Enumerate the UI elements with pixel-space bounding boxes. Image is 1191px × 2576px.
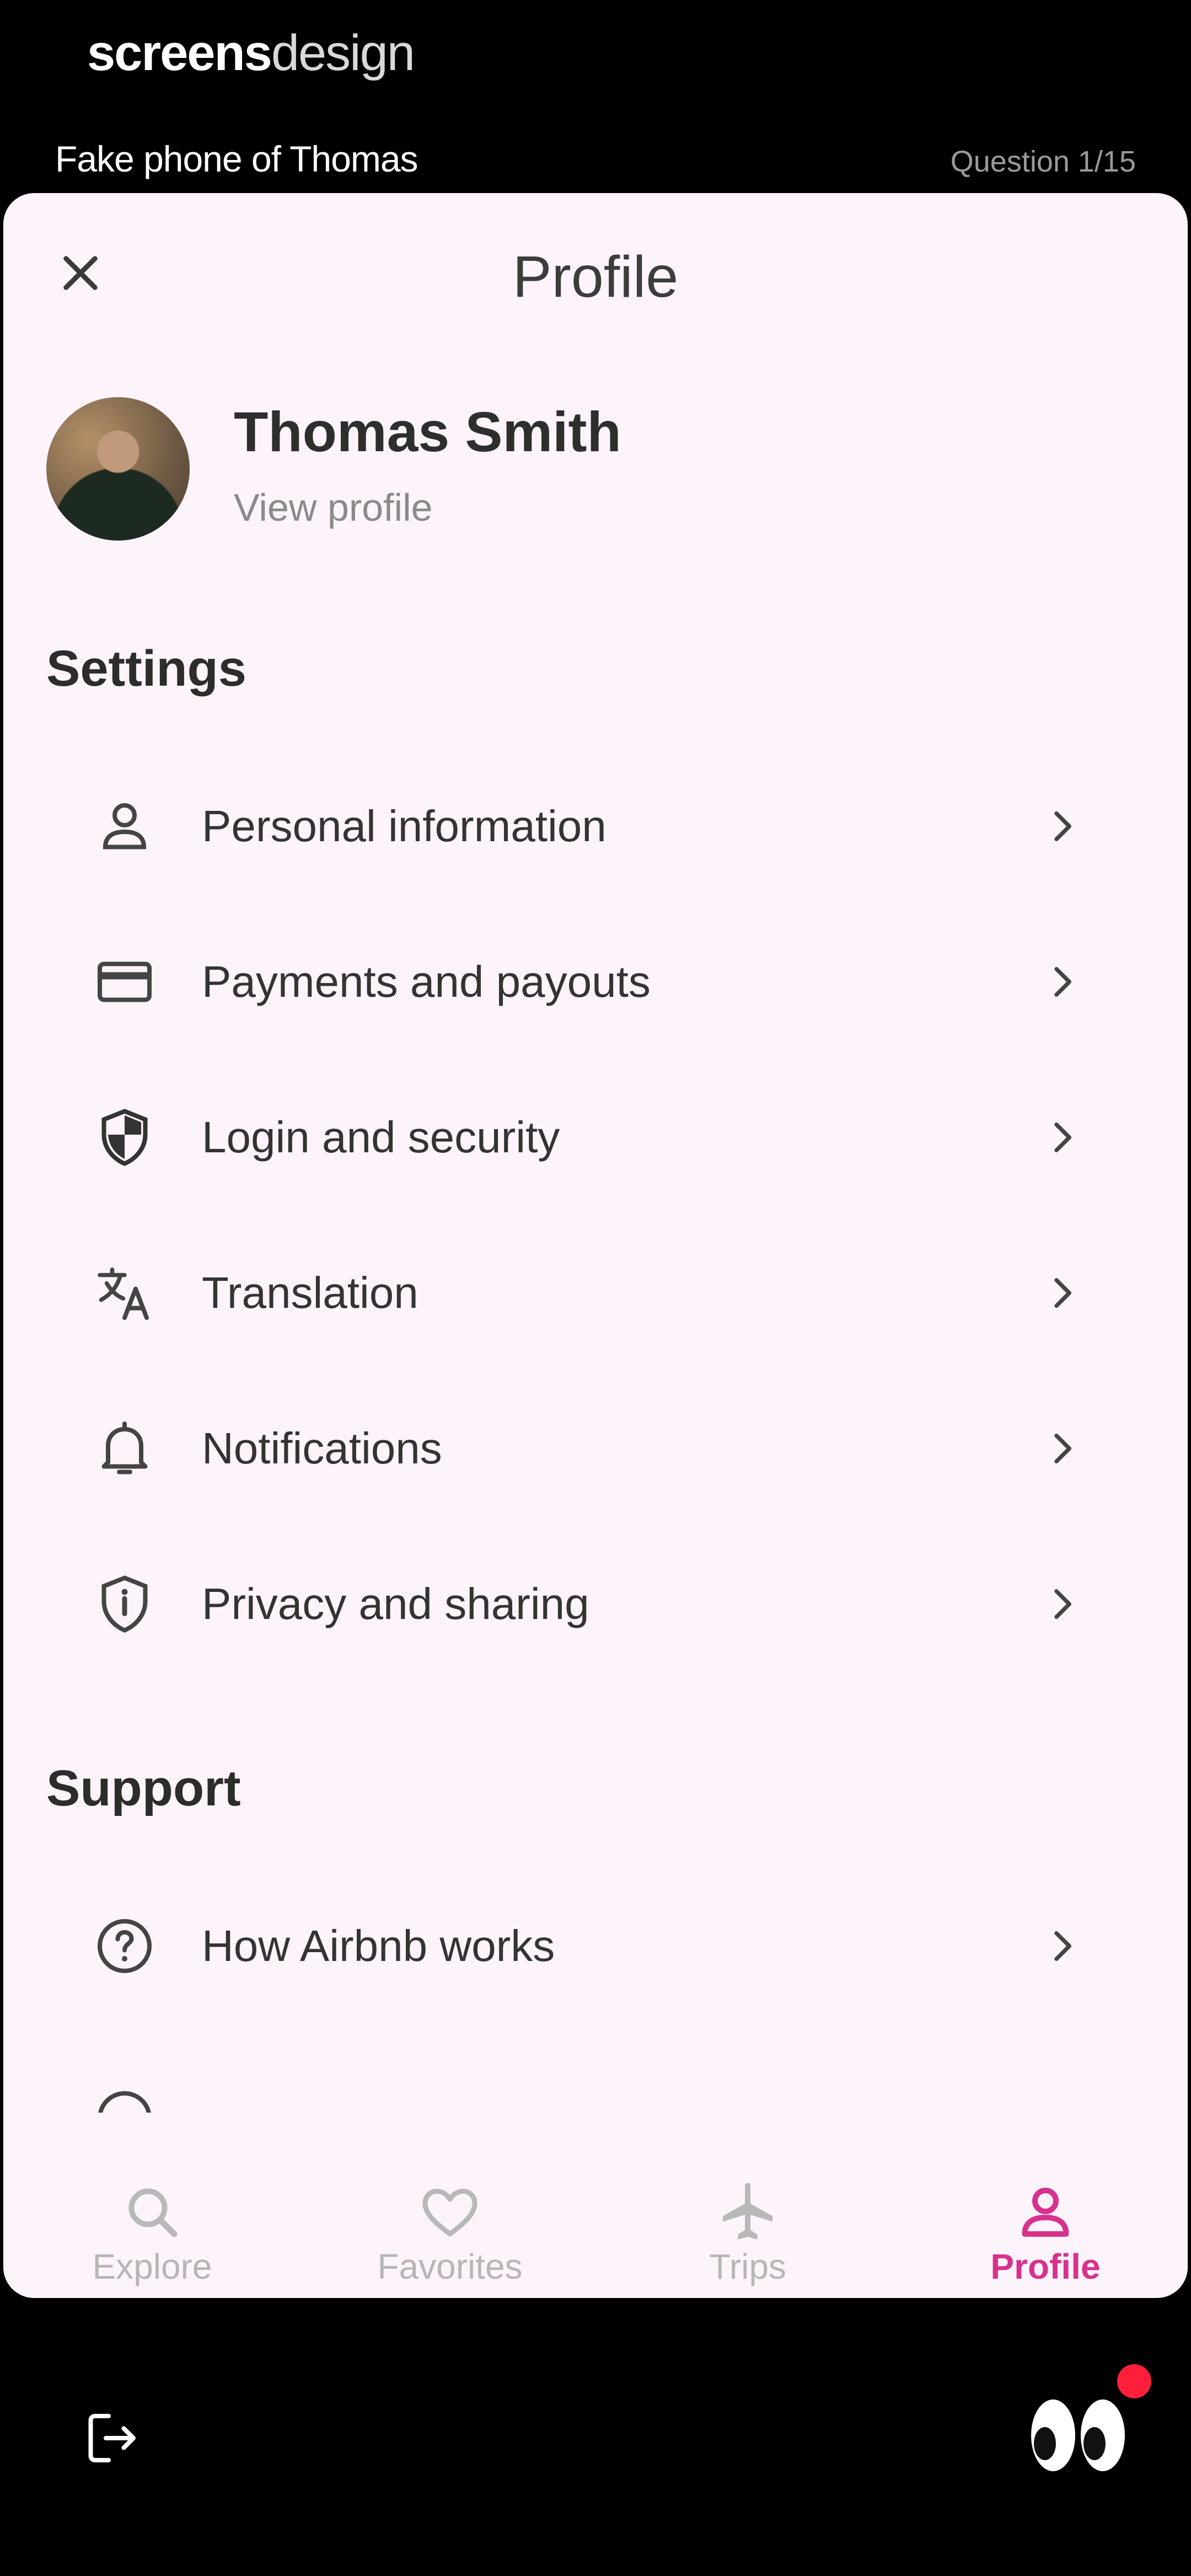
person-icon bbox=[103, 803, 147, 849]
avatar[interactable] bbox=[46, 397, 190, 541]
settings-item-payments[interactable]: Payments and payouts bbox=[3, 927, 1188, 1037]
tab-label: Trips bbox=[709, 2247, 786, 2286]
chevron-right-icon bbox=[1054, 967, 1071, 997]
settings-item-label: Translation bbox=[202, 1268, 419, 1317]
settings-item-login-security[interactable]: Login and security bbox=[3, 1082, 1188, 1193]
privacy-icon bbox=[101, 1575, 148, 1633]
notification-dot bbox=[1117, 2364, 1151, 2398]
chevron-right-icon bbox=[1054, 811, 1071, 841]
settings-item-label: Personal information bbox=[202, 801, 607, 851]
settings-heading: Settings bbox=[46, 640, 246, 697]
heart-icon bbox=[422, 2189, 478, 2237]
help-icon bbox=[98, 1919, 152, 1973]
support-item-label: How Airbnb works bbox=[202, 1921, 555, 1970]
page-title: Profile bbox=[512, 244, 679, 309]
card-icon bbox=[98, 961, 152, 1002]
tab-explore[interactable]: Explore bbox=[42, 2157, 262, 2298]
brand-logo: screensdesign bbox=[87, 25, 415, 81]
settings-item-personal-information[interactable]: Personal information bbox=[3, 771, 1188, 881]
settings-item-privacy[interactable]: Privacy and sharing bbox=[3, 1549, 1188, 1659]
exit-icon[interactable] bbox=[78, 2405, 144, 2471]
chevron-right-icon bbox=[1054, 1278, 1071, 1308]
view-profile-link[interactable]: View profile bbox=[234, 485, 433, 530]
person-icon bbox=[1022, 2187, 1069, 2237]
chevron-right-icon bbox=[1054, 1589, 1071, 1619]
bell-icon bbox=[101, 1421, 148, 1474]
search-icon bbox=[128, 2188, 178, 2237]
tab-label: Explore bbox=[92, 2247, 212, 2286]
settings-item-label: Notifications bbox=[202, 1424, 442, 1473]
settings-item-label: Privacy and sharing bbox=[202, 1579, 589, 1628]
chevron-right-icon bbox=[1054, 1123, 1071, 1152]
shield-icon bbox=[101, 1109, 148, 1166]
chevron-right-icon bbox=[1054, 1434, 1071, 1463]
support-item-how-airbnb-works[interactable]: How Airbnb works bbox=[3, 1891, 1188, 2001]
tab-label: Favorites bbox=[377, 2247, 523, 2286]
profile-sheet: Profile Thomas Smith View profile Settin… bbox=[3, 193, 1188, 2298]
chevron-right-icon bbox=[1054, 1931, 1071, 1961]
support-icon bbox=[98, 2091, 151, 2113]
support-heading: Support bbox=[46, 1760, 241, 1816]
profile-name: Thomas Smith bbox=[234, 400, 621, 463]
settings-item-label: Login and security bbox=[202, 1113, 560, 1162]
plane-icon bbox=[723, 2183, 772, 2240]
tab-trips[interactable]: Trips bbox=[637, 2157, 858, 2298]
device-label: Fake phone of Thomas bbox=[55, 138, 419, 179]
settings-item-notifications[interactable]: Notifications bbox=[3, 1393, 1188, 1504]
support-item-partial[interactable] bbox=[3, 2046, 1188, 2113]
bottom-tab-bar: Explore Favorites Trips Profile bbox=[3, 2157, 1188, 2298]
settings-item-label: Payments and payouts bbox=[202, 957, 651, 1006]
tab-profile[interactable]: Profile bbox=[935, 2157, 1156, 2298]
eyes-icon[interactable] bbox=[1026, 2394, 1130, 2477]
tab-favorites[interactable]: Favorites bbox=[340, 2157, 560, 2298]
question-counter: Question 1/15 bbox=[950, 145, 1136, 178]
tab-label: Profile bbox=[990, 2247, 1101, 2286]
settings-item-translation[interactable]: Translation bbox=[3, 1238, 1188, 1348]
translate-icon bbox=[98, 1267, 149, 1320]
